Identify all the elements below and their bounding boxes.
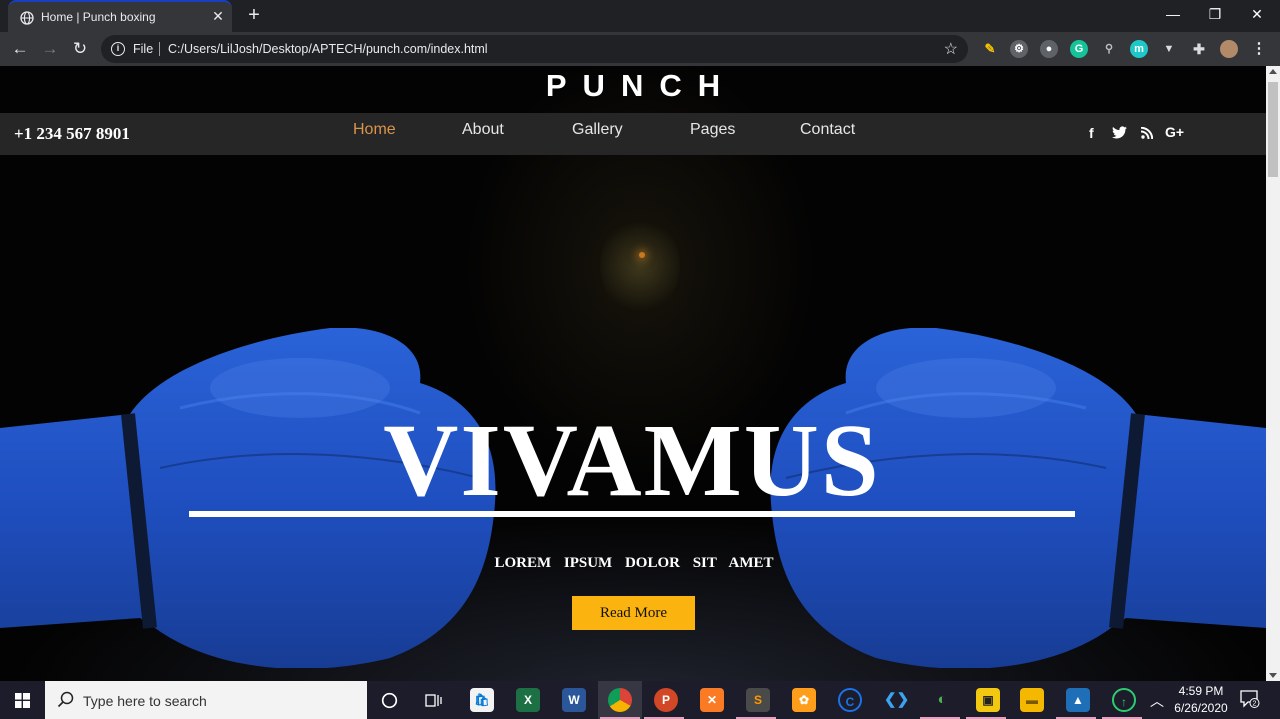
nav-home[interactable]: Home (353, 121, 396, 139)
grammarly-extension-icon[interactable]: G (1070, 40, 1088, 58)
sublime-icon[interactable]: S (746, 688, 770, 712)
cortana-icon[interactable] (381, 692, 398, 709)
google-plus-icon[interactable]: G+ (1165, 124, 1184, 140)
powerpoint-icon[interactable]: P (654, 688, 678, 712)
back-arrow-icon[interactable]: ← (9, 38, 31, 60)
notification-icon[interactable]: 2 (1240, 690, 1260, 708)
tool-extension-icon[interactable]: ⚲ (1100, 40, 1118, 58)
clock-time[interactable]: 4:59 PM (1170, 684, 1232, 698)
file-explorer-icon[interactable]: ▬ (1020, 688, 1044, 712)
scroll-up-arrow-icon[interactable] (1269, 69, 1277, 74)
tab-close-icon[interactable]: ✕ (210, 8, 226, 24)
address-url[interactable]: C:/Users/LilJosh/Desktop/APTECH/punch.co… (168, 42, 488, 56)
site-navbar: +1 234 567 8901 Home About Gallery Pages… (0, 113, 1266, 155)
vscode-icon[interactable]: ❮❯ (884, 688, 909, 712)
address-bar[interactable]: i File C:/Users/LilJosh/Desktop/APTECH/p… (101, 35, 968, 63)
bulb-extension-icon[interactable]: ● (1040, 40, 1058, 58)
address-scheme: File (133, 42, 154, 56)
clock-date[interactable]: 6/26/2020 (1170, 701, 1232, 715)
info-icon[interactable]: i (111, 42, 125, 56)
c-app-icon[interactable]: C (838, 688, 862, 712)
m-extension-icon[interactable]: m (1130, 40, 1148, 58)
browser-toolbar: ← → ↻ i File C:/Users/LilJosh/Desktop/AP… (0, 32, 1280, 66)
new-tab-button[interactable]: + (244, 4, 264, 26)
xampp-icon[interactable]: ✕ (700, 688, 724, 712)
upload-app-icon[interactable]: ↑ (1112, 688, 1136, 712)
minimize-button[interactable]: — (1150, 0, 1196, 30)
tab-title: Home | Punch boxing (41, 10, 156, 24)
kebab-menu-icon[interactable]: ⋮ (1250, 40, 1268, 58)
read-more-button[interactable]: Read More (572, 596, 695, 630)
globe-icon (20, 11, 34, 25)
search-placeholder: Type here to search (83, 693, 207, 709)
hero-headline: VIVAMUS (383, 403, 881, 518)
windows-taskbar: Type here to search 🛍 X W P ✕ S ✿ C ❮❯ ◐… (0, 681, 1280, 719)
windows-logo-icon (15, 693, 30, 708)
task-view-icon[interactable] (425, 692, 444, 709)
taskbar-search-box[interactable]: Type here to search (45, 681, 367, 719)
hero-subtitle: LOREM IPSUM DOLOR SIT AMET (494, 555, 774, 571)
reload-icon[interactable]: ↻ (69, 38, 91, 60)
store-icon[interactable]: 🛍 (470, 688, 494, 712)
start-button[interactable] (0, 681, 45, 719)
twitter-icon[interactable] (1112, 126, 1127, 139)
phone-number: +1 234 567 8901 (14, 124, 130, 143)
pencil-extension-icon[interactable]: ✎ (981, 40, 999, 58)
downloader-icon[interactable]: ◐ (930, 688, 954, 712)
facebook-icon[interactable]: f (1089, 125, 1094, 141)
photos-icon[interactable]: ▲ (1066, 688, 1090, 712)
nav-gallery[interactable]: Gallery (572, 121, 623, 139)
close-window-button[interactable]: ✕ (1234, 0, 1280, 30)
nav-pages[interactable]: Pages (690, 121, 735, 139)
nav-contact[interactable]: Contact (800, 121, 855, 139)
notification-count: 2 (1253, 701, 1257, 708)
puzzle-extensions-icon[interactable]: ✚ (1190, 40, 1208, 58)
page-viewport: PUNCH +1 234 567 8901 Home About Gallery… (0, 66, 1266, 681)
site-logo[interactable]: PUNCH (0, 68, 1266, 104)
rss-icon[interactable] (1141, 127, 1153, 139)
spotlight-glow (600, 216, 680, 316)
browser-tab-strip: Home | Punch boxing ✕ + — ❐ ✕ (0, 0, 1280, 32)
browser-tab-active[interactable]: Home | Punch boxing ✕ (8, 0, 232, 32)
nav-about[interactable]: About (462, 121, 504, 139)
spotlight-dot (639, 252, 645, 258)
vue-extension-icon[interactable]: ▼ (1160, 40, 1178, 58)
profile-avatar[interactable] (1220, 40, 1238, 58)
address-divider (159, 42, 160, 56)
paint-icon[interactable]: ✿ (792, 688, 816, 712)
gear-extension-icon[interactable]: ⚙ (1010, 40, 1028, 58)
hero-headline-underline (189, 511, 1075, 517)
search-icon (57, 691, 74, 708)
chrome-icon[interactable] (608, 688, 632, 712)
excel-icon[interactable]: X (516, 688, 540, 712)
scroll-thumb[interactable] (1268, 82, 1278, 177)
word-icon[interactable]: W (562, 688, 586, 712)
sticky-app-icon[interactable]: ▣ (976, 688, 1000, 712)
forward-arrow-icon[interactable]: → (39, 38, 61, 60)
scroll-down-arrow-icon[interactable] (1269, 673, 1277, 678)
bookmark-star-icon[interactable]: ☆ (944, 39, 958, 59)
restore-button[interactable]: ❐ (1192, 0, 1238, 30)
page-scrollbar[interactable] (1266, 66, 1280, 681)
tray-expand-icon[interactable]: ︿ (1150, 691, 1164, 711)
